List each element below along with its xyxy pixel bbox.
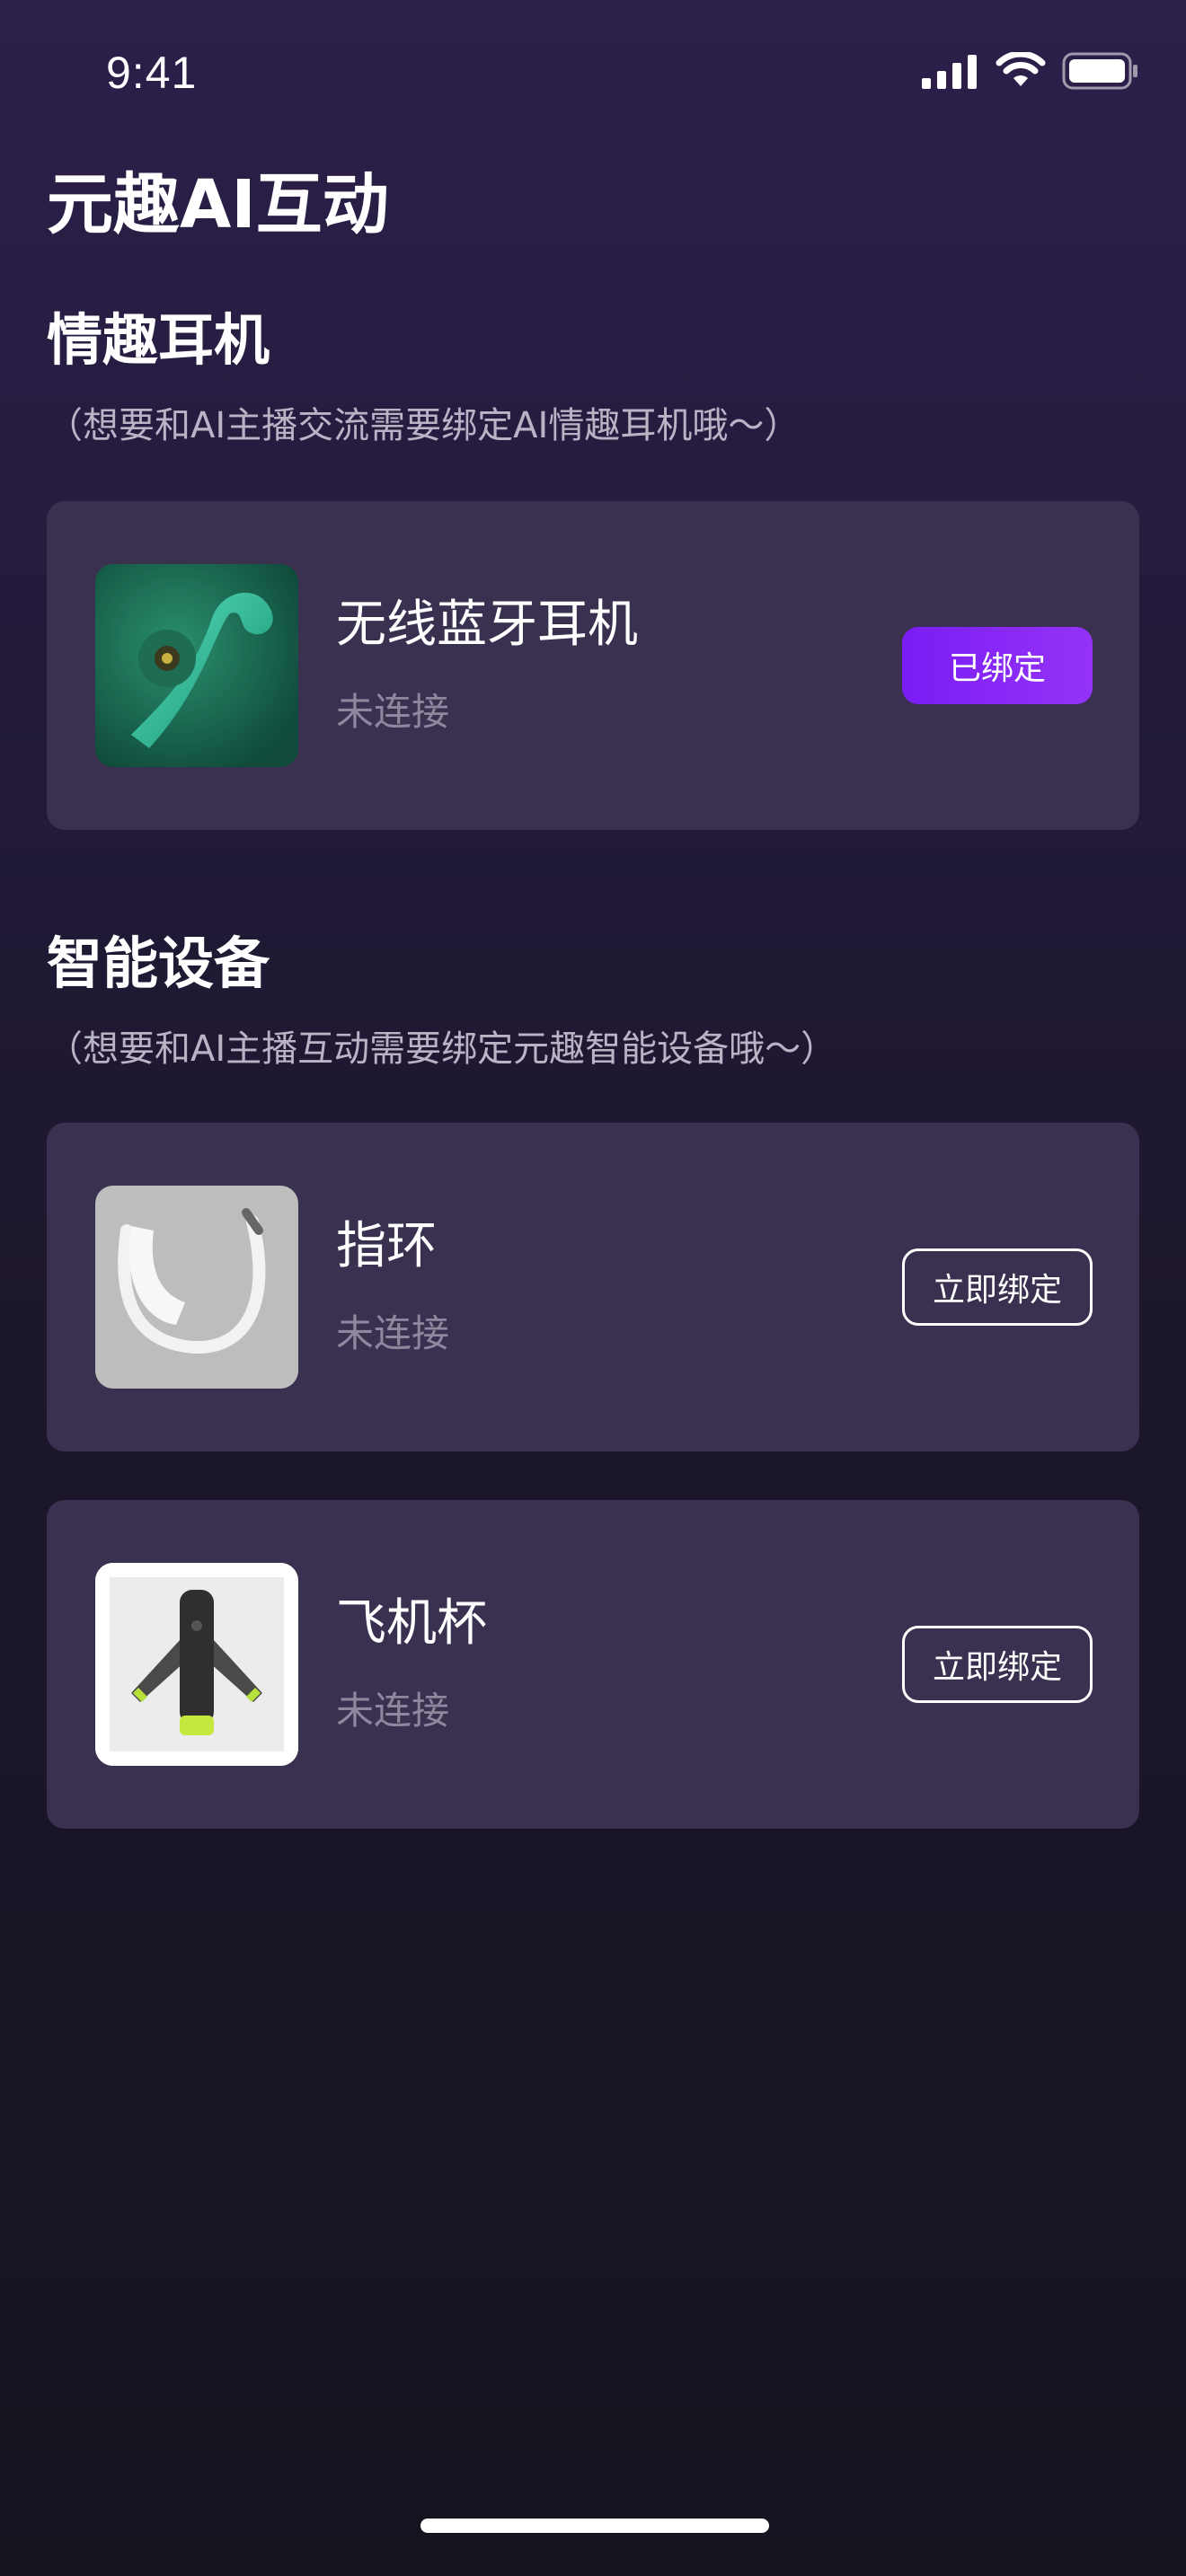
device-card-cup[interactable]: 飞机杯 未连接 立即绑定 bbox=[47, 1500, 1139, 1829]
device-status: 未连接 bbox=[336, 690, 450, 734]
section-hint-smart-devices: （想要和AI主播互动需要绑定元趣智能设备哦～） bbox=[47, 1028, 837, 1070]
device-status: 未连接 bbox=[336, 1311, 450, 1355]
status-time: 9:41 bbox=[106, 48, 198, 98]
device-card-ring[interactable]: 指环 未连接 立即绑定 bbox=[47, 1123, 1139, 1451]
bluetooth-earphone-image bbox=[95, 564, 298, 767]
device-name: 无线蓝牙耳机 bbox=[336, 595, 638, 654]
cup-device-image bbox=[95, 1563, 298, 1766]
bind-now-button[interactable]: 立即绑定 bbox=[902, 1626, 1093, 1703]
bind-now-button[interactable]: 立即绑定 bbox=[902, 1248, 1093, 1326]
home-indicator[interactable] bbox=[420, 2519, 769, 2533]
device-name: 指环 bbox=[336, 1217, 437, 1275]
ring-image bbox=[95, 1186, 298, 1389]
page-title: 元趣AI互动 bbox=[47, 166, 389, 243]
device-name: 飞机杯 bbox=[336, 1594, 487, 1653]
battery-icon bbox=[1062, 52, 1139, 93]
status-bar: 9:41 bbox=[0, 0, 1186, 144]
bound-button[interactable]: 已绑定 bbox=[902, 627, 1093, 704]
device-status: 未连接 bbox=[336, 1689, 450, 1733]
device-card-earphone[interactable]: 无线蓝牙耳机 未连接 已绑定 bbox=[47, 501, 1139, 830]
section-hint-earphones: （想要和AI主播交流需要绑定AI情趣耳机哦～） bbox=[47, 405, 801, 446]
signal-icon bbox=[922, 53, 979, 93]
status-icons bbox=[922, 50, 1139, 93]
section-title-earphones: 情趣耳机 bbox=[47, 307, 270, 373]
section-title-smart-devices: 智能设备 bbox=[47, 931, 270, 996]
wifi-icon bbox=[996, 50, 1046, 93]
